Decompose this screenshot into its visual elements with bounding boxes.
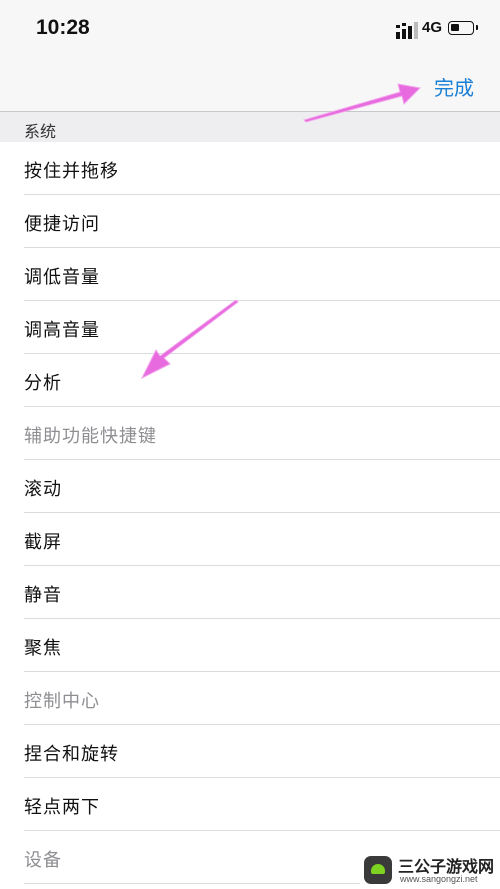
list-item[interactable]: 分析 <box>0 354 500 407</box>
list-item-label: 聚焦 <box>24 638 62 659</box>
list-item[interactable]: 按住并拖移 <box>0 142 500 195</box>
list-item-label: 捏合和旋转 <box>24 744 119 765</box>
watermark-logo-icon <box>364 856 392 884</box>
list-item-label: 调低音量 <box>24 267 100 288</box>
list-item[interactable]: 捏合和旋转 <box>0 725 500 778</box>
section-header: 系统 <box>0 112 500 142</box>
network-type: 4G <box>422 19 443 36</box>
list-item[interactable]: 截屏 <box>0 513 500 566</box>
list-item[interactable]: 调高音量 <box>0 301 500 354</box>
list-item-label: 按住并拖移 <box>24 161 119 182</box>
list-section-subheader: 控制中心 <box>0 672 500 725</box>
watermark-url: www.sangongzi.net <box>400 874 478 884</box>
list-item-label: 静音 <box>24 585 62 606</box>
list-section-subheader: 辅助功能快捷键 <box>0 407 500 460</box>
action-list: 按住并拖移 便捷访问 调低音量 调高音量 分析 辅助功能快捷键 滚动 截屏 静音… <box>0 142 500 884</box>
status-time: 10:28 <box>36 16 90 39</box>
watermark: 三公子游戏网 www.sangongzi.net <box>360 850 500 889</box>
done-button[interactable]: 完成 <box>434 72 474 101</box>
battery-icon <box>448 21 478 35</box>
list-item[interactable]: 静音 <box>0 566 500 619</box>
list-item-label: 分析 <box>24 373 62 394</box>
list-item-label: 控制中心 <box>24 691 100 712</box>
section-title: 系统 <box>24 122 57 141</box>
list-item-label: 截屏 <box>24 532 62 553</box>
list-item-label: 设备 <box>24 850 62 871</box>
signal-strength-icon <box>396 22 418 39</box>
list-item-label: 便捷访问 <box>24 214 100 235</box>
list-item[interactable]: 调低音量 <box>0 248 500 301</box>
list-item[interactable]: 聚焦 <box>0 619 500 672</box>
list-item-label: 调高音量 <box>24 320 100 341</box>
list-item-label: 轻点两下 <box>24 797 100 818</box>
status-bar: 10:28 4G <box>0 0 500 60</box>
list-item[interactable]: 轻点两下 <box>0 778 500 831</box>
navigation-bar: 完成 <box>0 60 500 112</box>
list-item-label: 辅助功能快捷键 <box>24 426 157 447</box>
list-item[interactable]: 滚动 <box>0 460 500 513</box>
list-item[interactable]: 便捷访问 <box>0 195 500 248</box>
list-item-label: 滚动 <box>24 479 62 500</box>
